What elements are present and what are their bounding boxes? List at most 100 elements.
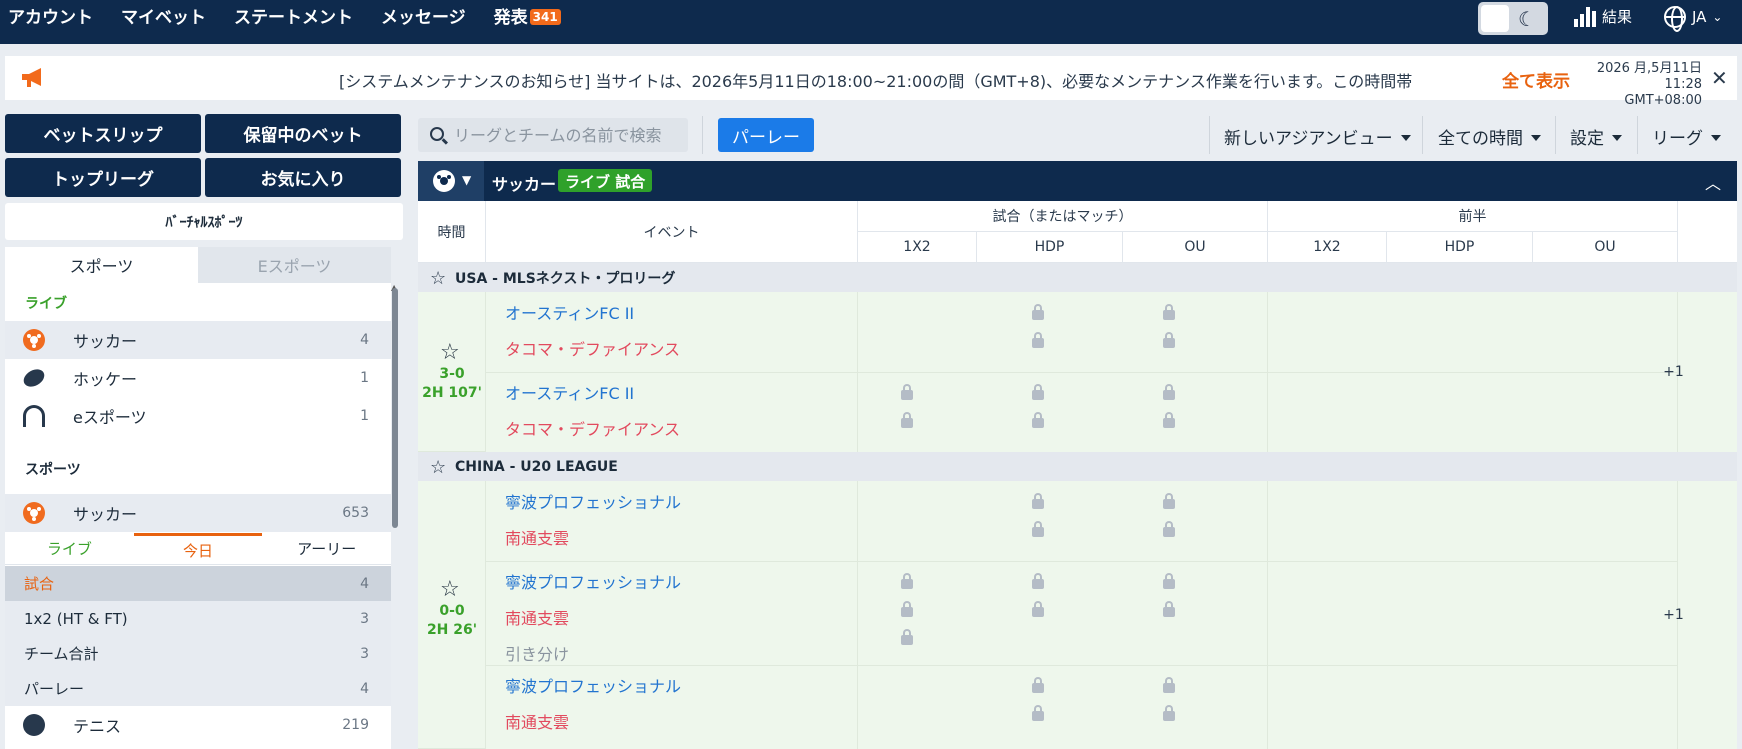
team-home[interactable]: オースティンFC II [505,380,634,404]
col-header-event: イベント [486,201,858,263]
team-away[interactable]: タコマ・デファイアンス [505,416,680,440]
lock-icon [1163,412,1175,428]
sidebar-item-tennis[interactable]: テニス 219 [5,706,391,744]
star-icon[interactable]: ☆ [430,268,446,289]
search-input[interactable] [454,124,682,146]
settings-label: 設定 [1570,129,1604,149]
sport-tabs: スポーツ Eスポーツ [5,247,391,283]
market-item-match[interactable]: 試合 4 [5,566,391,601]
soccer-ball-icon [23,502,45,524]
nav-messages[interactable]: メッセージ [381,3,466,28]
match-block: ☆ 3-0 2H 107' オースティンFC II タコマ・デファイアンス オー… [418,292,1737,452]
sport-selector[interactable]: ▼ [418,161,484,201]
lock-icon [1032,493,1044,509]
sidebar-item-live-hockey[interactable]: ホッケー 1 [5,359,391,397]
market-item-parlay[interactable]: パーレー 4 [5,671,391,706]
star-icon[interactable]: ☆ [430,457,446,478]
top-leagues-button[interactable]: トップリーグ [5,158,201,197]
market-item-label: 1x2 (HT & FT) [24,609,128,628]
team-away[interactable]: 南通支雲 [505,709,569,733]
sidebar-scrollbar[interactable] [392,288,398,528]
pending-bets-button[interactable]: 保留中のベット [205,114,401,153]
toolbar-divider [1555,116,1556,154]
headset-icon [23,405,45,427]
team-away[interactable]: 南通支雲 [505,525,569,549]
team-home[interactable]: オースティンFC II [505,300,634,324]
period-tabs: ライブ 今日 アーリー [5,533,391,565]
chevron-up-icon[interactable]: ︿ [1705,170,1721,194]
market-item-label: パーレー [24,680,85,698]
match-odds-cell [858,481,1268,749]
more-markets-link[interactable]: +1 [1610,481,1737,749]
lock-icon [901,629,913,645]
announcement-datetime: 2026 月,5月11日 11:28 GMT+08:00 [1592,61,1702,109]
tab-sports[interactable]: スポーツ [5,247,198,283]
lock-icon [901,573,913,589]
time-filter-dropdown[interactable]: 全ての時間 [1438,124,1541,149]
nav-account[interactable]: アカウント [8,3,93,28]
results-link[interactable]: 結果 [1574,6,1632,27]
view-dropdown[interactable]: 新しいアジアンビュー [1224,124,1411,149]
sidebar-item-label: テニス [73,717,122,736]
market-item-team-total[interactable]: チーム合計 3 [5,636,391,671]
bet-slip-button[interactable]: ベットスリップ [5,114,201,153]
lock-icon [1163,677,1175,693]
tab-early[interactable]: アーリー [262,533,391,564]
moon-icon: ☾ [1518,7,1536,31]
row-divider [486,665,1678,666]
tab-today[interactable]: 今日 [133,533,263,564]
nav-my-bets[interactable]: マイベット [121,3,206,28]
lock-icon [901,601,913,617]
lock-icon [1163,573,1175,589]
star-icon[interactable]: ☆ [440,340,460,365]
market-item-1x2-ht-ft[interactable]: 1x2 (HT & FT) 3 [5,601,391,636]
lock-icon [1032,304,1044,320]
sidebar-item-live-soccer[interactable]: サッカー 4 [5,321,391,359]
bar-chart-icon [1574,6,1596,27]
lock-icon [1032,573,1044,589]
announcement-count-badge: 341 [529,8,561,25]
market-item-count: 3 [360,610,369,627]
sidebar-item-label: サッカー [73,332,138,351]
star-icon[interactable]: ☆ [440,577,460,602]
tab-esports[interactable]: Eスポーツ [198,247,391,283]
nav-statement[interactable]: ステートメント [234,3,353,28]
more-markets-link[interactable]: +1 [1610,292,1737,452]
team-away[interactable]: タコマ・デファイアンス [505,336,680,360]
announcement-date: 2026 月,5月11日 [1596,61,1702,76]
sidebar-item-live-esports[interactable]: eスポーツ 1 [5,397,391,435]
lock-icon [901,384,913,400]
market-item-count: 3 [360,645,369,662]
league-dropdown-label: リーグ [1652,129,1703,149]
show-all-link[interactable]: 全て表示 [1502,67,1570,92]
parlay-button[interactable]: パーレー [718,118,814,152]
close-icon[interactable]: ✕ [1711,66,1728,90]
tab-live[interactable]: ライブ [5,533,134,564]
settings-dropdown[interactable]: 設定 [1570,124,1622,149]
favorites-button[interactable]: お気に入り [205,158,401,197]
sidebar-item-soccer[interactable]: サッカー 653 [5,494,391,532]
caret-down-icon [1711,135,1721,141]
draw-option[interactable]: 引き分け [505,641,569,665]
team-away[interactable]: 南通支雲 [505,605,569,629]
league-dropdown[interactable]: リーグ [1652,124,1721,149]
lock-icon [1032,384,1044,400]
league-row[interactable]: ☆ CHINA - U20 LEAGUE [418,452,1737,481]
nav-announcements[interactable]: 発表 341 [494,3,561,28]
announcement-bar: [システムメンテナンスのお知らせ] 当サイトは、2026年5月11日の18:00… [5,56,1737,108]
toolbar-divider [1422,116,1423,154]
team-home[interactable]: 寧波プロフェッショナル [505,489,681,513]
caret-down-icon [1612,135,1622,141]
col-header-more [1678,201,1737,263]
theme-toggle[interactable]: ☾ [1478,2,1548,35]
match-clock: 2H 107' [422,385,482,401]
team-home[interactable]: 寧波プロフェッショナル [505,569,681,593]
language-selector[interactable]: JA ⌄ [1664,6,1722,32]
team-home[interactable]: 寧波プロフェッショナル [505,673,681,697]
results-label: 結果 [1602,8,1633,26]
col-header-time: 時間 [418,201,486,263]
lock-icon [1032,677,1044,693]
virtual-sports-button[interactable]: ﾊﾞｰﾁｬﾙｽﾎﾟｰﾂ [5,203,403,240]
hockey-puck-icon [20,365,48,391]
league-row[interactable]: ☆ USA - MLSネクスト・プロリーグ [418,263,1737,292]
